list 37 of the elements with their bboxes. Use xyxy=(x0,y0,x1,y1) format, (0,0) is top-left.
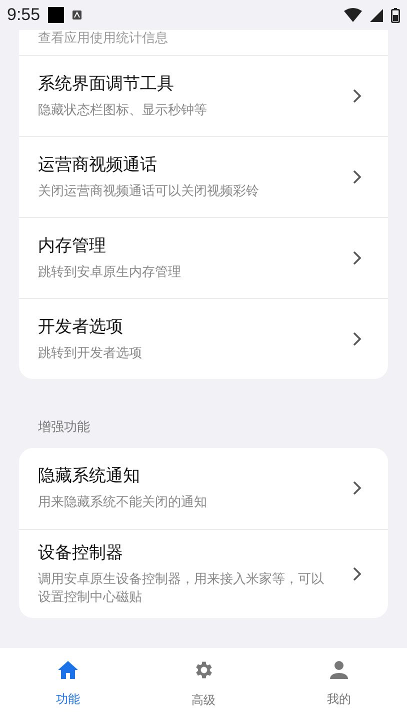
row-subtitle: 用来隐藏系统不能关闭的通知 xyxy=(38,493,208,511)
nav-tab[interactable]: 功能 xyxy=(0,648,136,720)
settings-row[interactable]: 设备控制器 调用安卓原生设备控制器，用来接入米家等，可以设置控制中心磁贴 xyxy=(19,528,388,618)
row-subtitle: 跳转到开发者选项 xyxy=(38,344,143,362)
notification-icon xyxy=(48,7,64,23)
chevron-right-icon xyxy=(352,566,362,582)
settings-row[interactable]: 隐藏系统通知 用来隐藏系统不能关闭的通知 xyxy=(19,448,388,528)
row-subtitle: 查看应用使用统计信息 xyxy=(38,30,168,47)
row-title: 开发者选项 xyxy=(38,316,124,338)
signal-icon xyxy=(370,8,383,22)
row-title: 运营商视频通话 xyxy=(38,154,158,176)
chevron-right-icon xyxy=(352,480,362,496)
chevron-right-icon xyxy=(352,169,362,185)
row-subtitle: 调用安卓原生设备控制器，用来接入米家等，可以设置控制中心磁贴 xyxy=(38,570,324,606)
row-title: 内存管理 xyxy=(38,235,107,257)
row-subtitle: 关闭运营商视频通话可以关闭视频彩铃 xyxy=(38,182,260,200)
row-title: 隐藏系统通知 xyxy=(38,465,141,487)
chevron-right-icon xyxy=(352,331,362,347)
wifi-icon xyxy=(344,8,362,22)
row-title: 系统界面调节工具 xyxy=(38,73,175,95)
status-time: 9:55 xyxy=(7,4,40,26)
home-icon xyxy=(56,660,79,680)
settings-row[interactable]: 开发者选项 跳转到开发者选项 xyxy=(19,298,388,379)
chevron-right-icon xyxy=(352,88,362,104)
battery-icon xyxy=(391,8,400,22)
notification-icon xyxy=(72,10,82,20)
person-icon xyxy=(329,660,350,680)
row-subtitle: 跳转到安卓原生内存管理 xyxy=(38,263,182,281)
section-label: 增强功能 xyxy=(37,418,91,436)
nav-tab[interactable]: 我的 xyxy=(271,648,407,720)
settings-row[interactable]: 系统界面调节工具 隐藏状态栏图标、显示秒钟等 xyxy=(19,55,388,136)
settings-row[interactable]: 内存管理 跳转到安卓原生内存管理 xyxy=(19,217,388,298)
row-subtitle: 隐藏状态栏图标、显示秒钟等 xyxy=(38,101,208,119)
row-title: 设备控制器 xyxy=(38,542,124,564)
nav-tab[interactable]: 高级 xyxy=(136,648,272,720)
chevron-right-icon xyxy=(352,250,362,266)
settings-row[interactable]: 运营商视频通话 关闭运营商视频通话可以关闭视频彩铃 xyxy=(19,136,388,217)
